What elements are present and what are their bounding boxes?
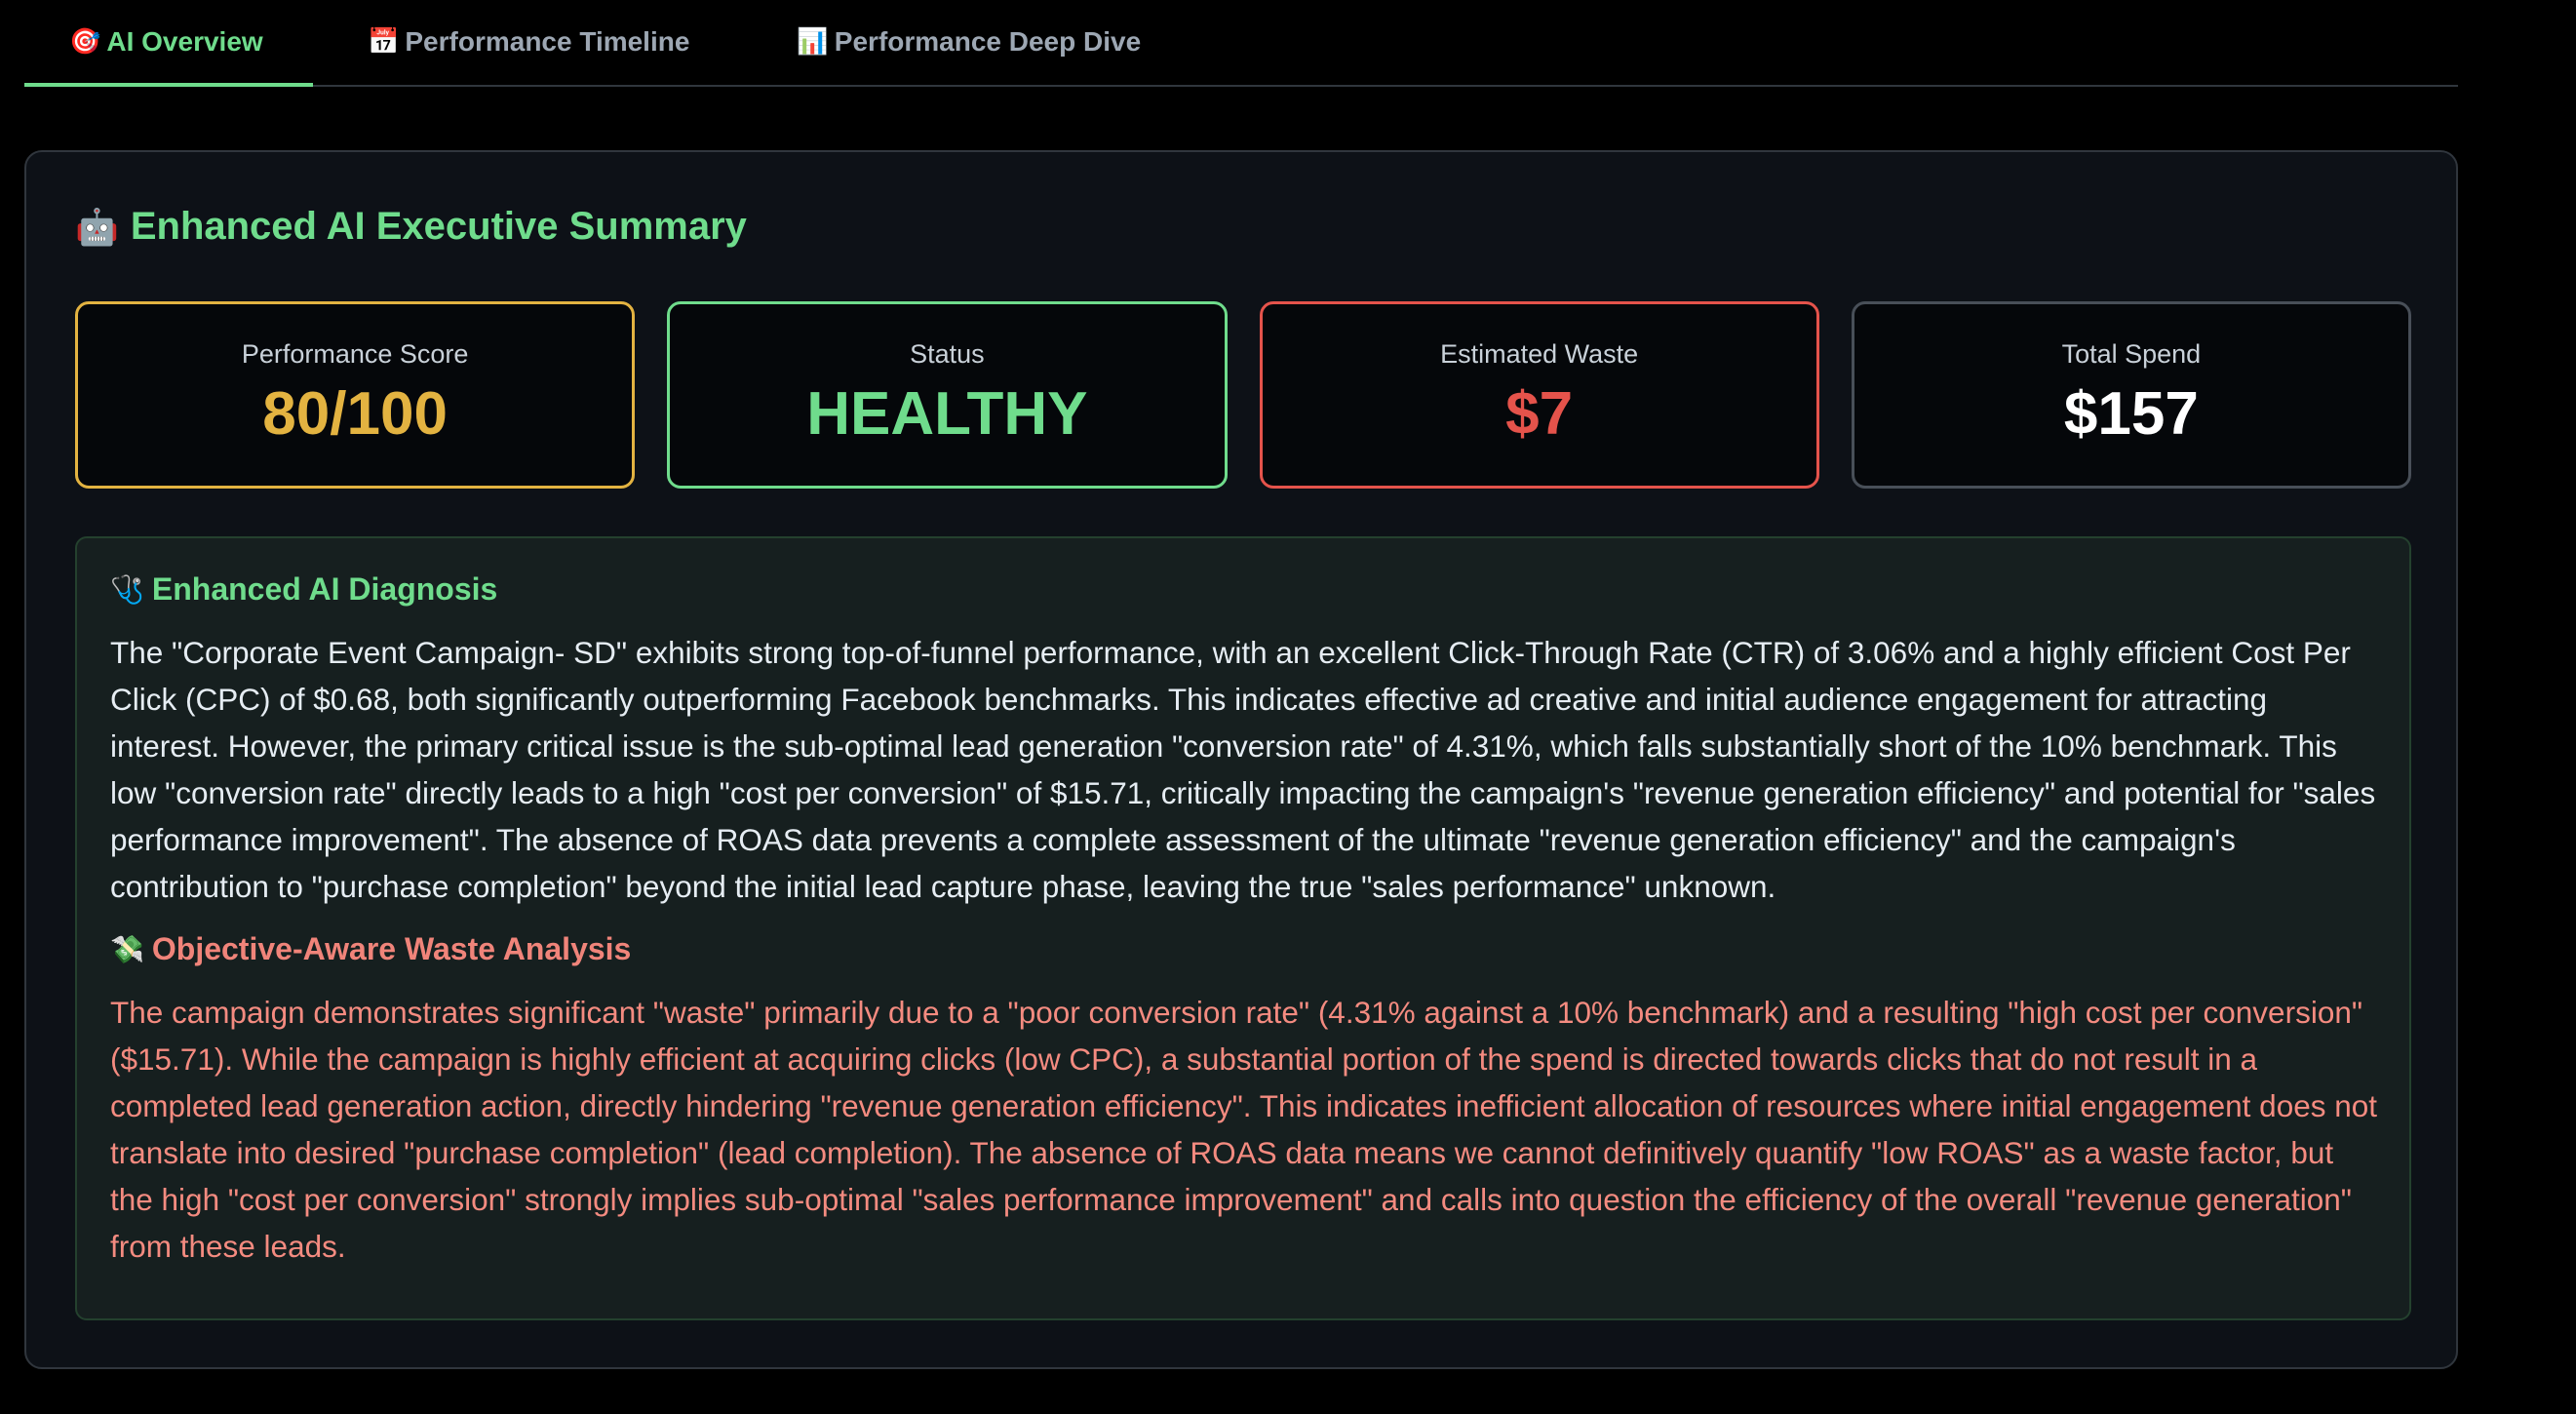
diagnosis-text: The "Corporate Event Campaign- SD" exhib… bbox=[110, 635, 2376, 904]
performance-score-box: Performance Score 80/100 bbox=[75, 301, 636, 489]
tab-label: Performance Timeline bbox=[405, 25, 690, 57]
target-icon: 🎯 bbox=[69, 26, 101, 57]
money-wings-icon: 💸 bbox=[110, 933, 144, 965]
status-box: Status HEALTHY bbox=[667, 301, 1228, 489]
stethoscope-icon: 🩺 bbox=[110, 573, 144, 606]
summary-title: 🤖 Enhanced AI Executive Summary bbox=[75, 205, 747, 249]
calendar-icon: 📅 bbox=[368, 26, 400, 57]
estimated-waste-box: Estimated Waste $7 bbox=[1259, 301, 1819, 489]
executive-summary-card: 🤖 Enhanced AI Executive Summary Performa… bbox=[24, 150, 2458, 1369]
performance-score-value: 80/100 bbox=[262, 380, 448, 448]
tab-bar: 🎯 AI Overview 📅 Performance Timeline 📊 P… bbox=[24, 0, 2458, 87]
estimated-waste-value: $7 bbox=[1505, 380, 1574, 448]
summary-title-text: Enhanced AI Executive Summary bbox=[130, 205, 747, 248]
status-label: Status bbox=[910, 339, 985, 369]
tab-performance-deep-dive[interactable]: 📊 Performance Deep Dive bbox=[754, 0, 1188, 85]
diagnosis-panel: 🩺 Enhanced AI Diagnosis The "Corporate E… bbox=[75, 536, 2411, 1320]
status-value: HEALTHY bbox=[806, 380, 1088, 448]
waste-analysis-text: The campaign demonstrates significant "w… bbox=[110, 995, 2378, 1264]
tab-ai-overview[interactable]: 🎯 AI Overview bbox=[24, 0, 313, 87]
metrics-row: Performance Score 80/100 Status HEALTHY … bbox=[75, 301, 2411, 489]
diagnosis-heading-text: Enhanced AI Diagnosis bbox=[151, 571, 498, 607]
diagnosis-heading: 🩺 Enhanced AI Diagnosis bbox=[110, 571, 2378, 608]
waste-analysis-heading: 💸 Objective-Aware Waste Analysis bbox=[110, 931, 2378, 967]
total-spend-box: Total Spend $157 bbox=[1851, 301, 2411, 489]
bar-chart-icon: 📊 bbox=[797, 26, 829, 57]
estimated-waste-label: Estimated Waste bbox=[1440, 339, 1639, 369]
total-spend-value: $157 bbox=[2063, 380, 2199, 448]
tab-label: Performance Deep Dive bbox=[834, 25, 1142, 57]
performance-score-label: Performance Score bbox=[241, 339, 469, 369]
tab-label: AI Overview bbox=[106, 25, 263, 57]
robot-icon: 🤖 bbox=[75, 207, 119, 248]
tab-performance-timeline[interactable]: 📅 Performance Timeline bbox=[313, 0, 754, 85]
total-spend-label: Total Spend bbox=[2061, 339, 2202, 369]
page: 🎯 AI Overview 📅 Performance Timeline 📊 P… bbox=[0, 0, 2576, 1414]
waste-analysis-heading-text: Objective-Aware Waste Analysis bbox=[151, 931, 632, 966]
